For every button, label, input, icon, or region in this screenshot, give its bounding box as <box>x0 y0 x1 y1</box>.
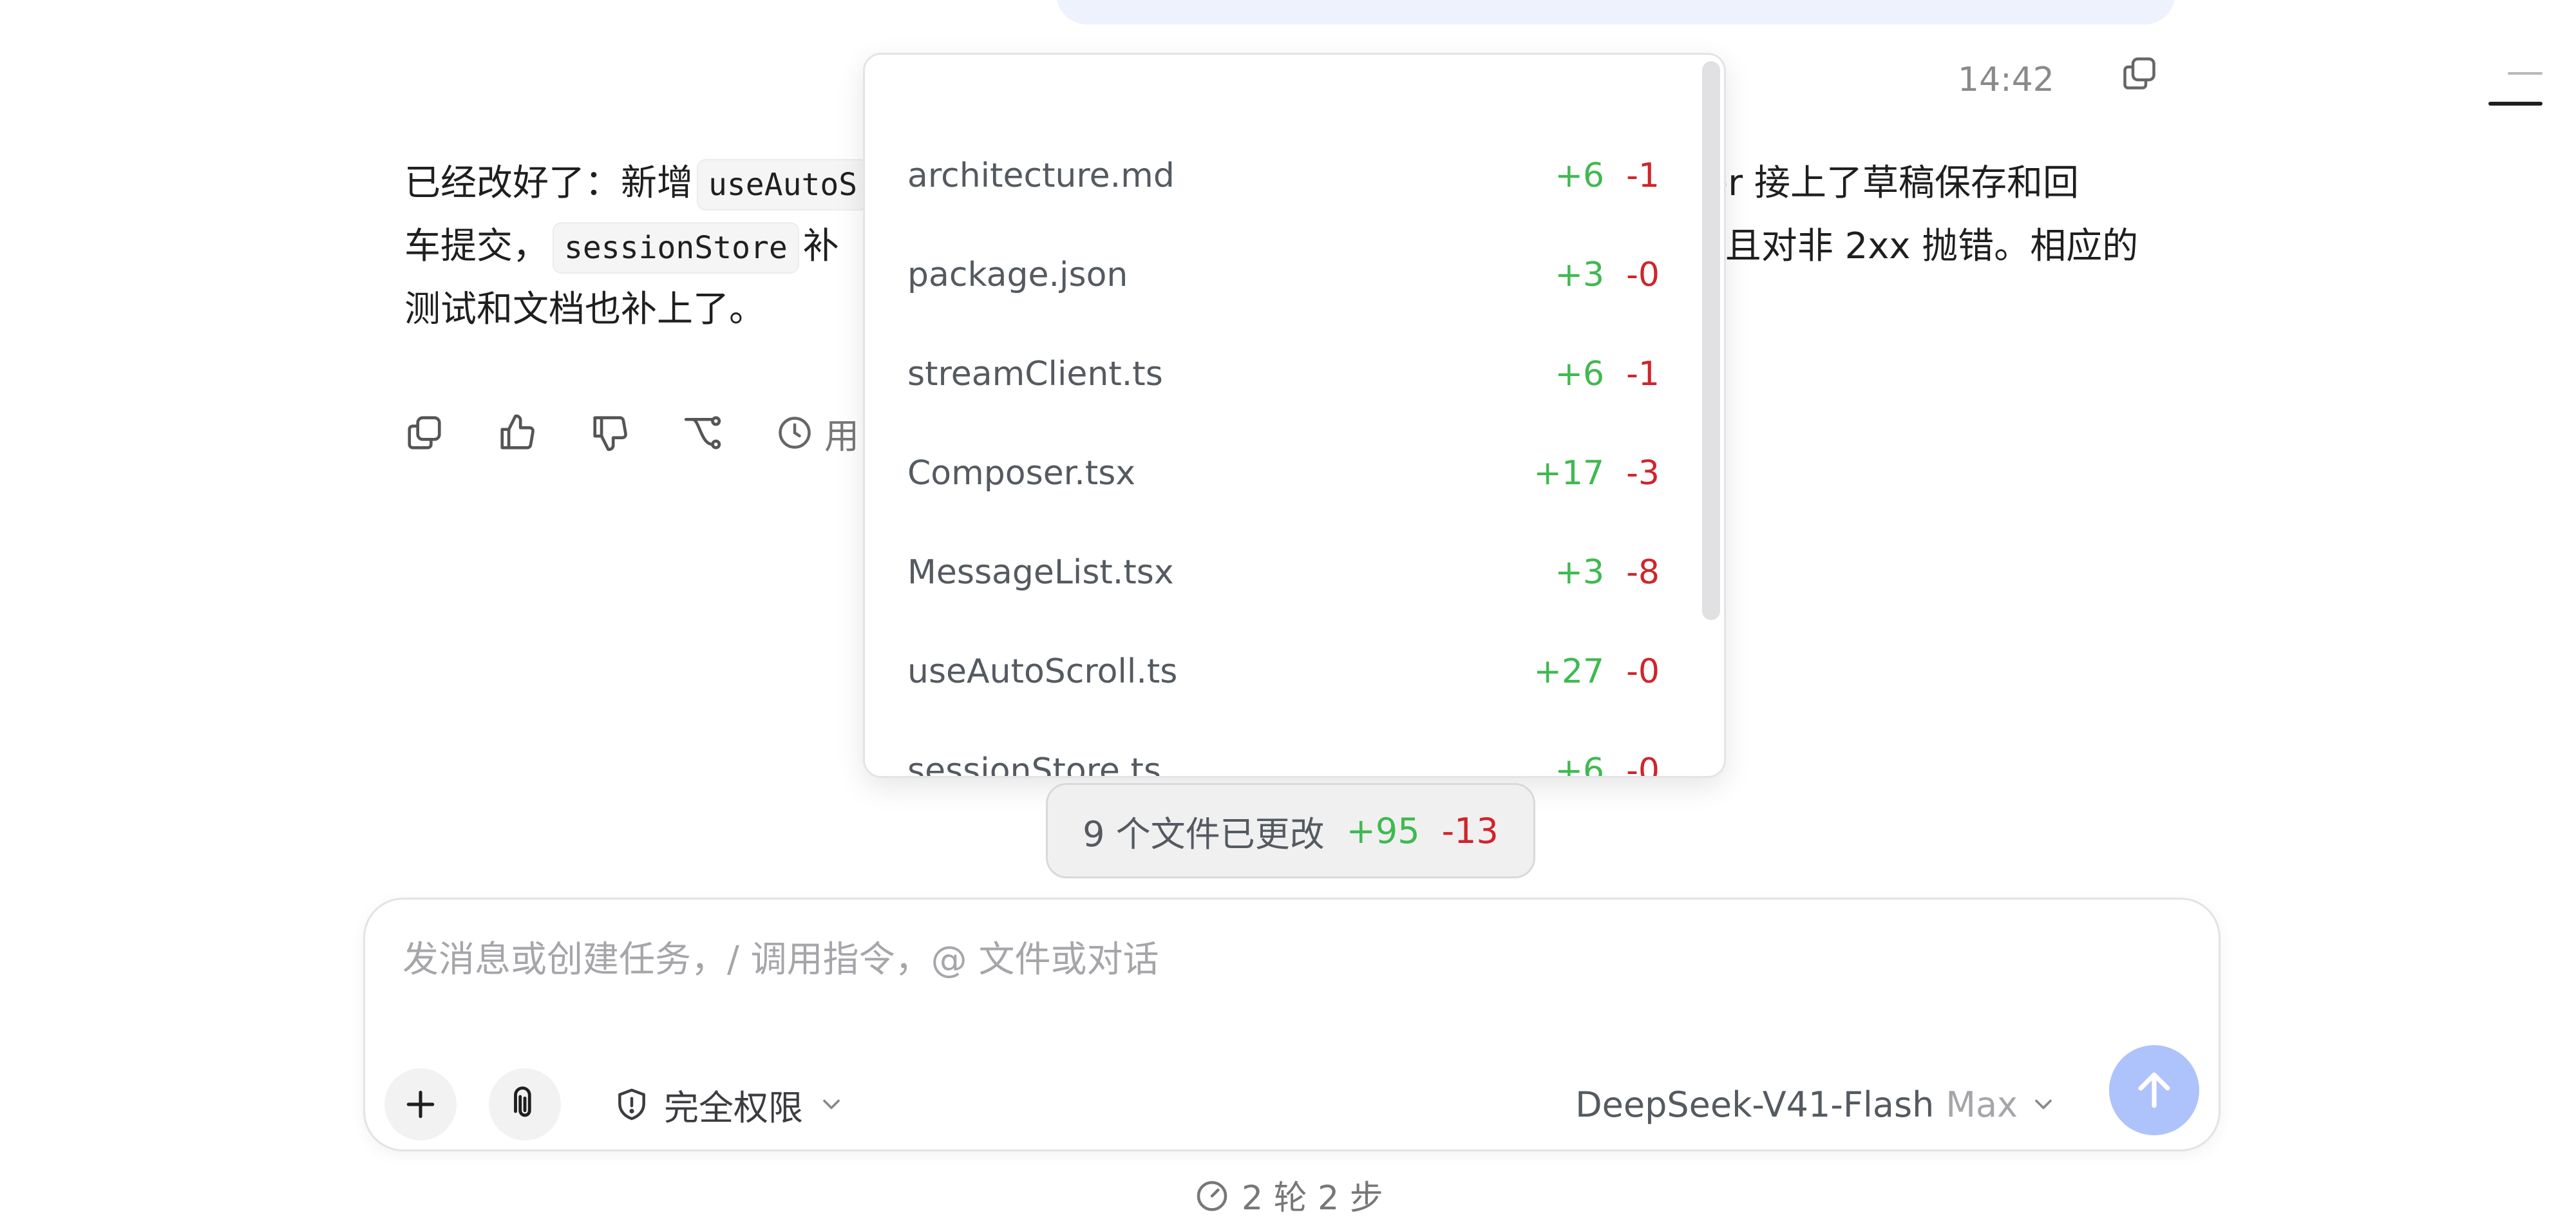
file-stats: +6 -1 <box>1555 156 1660 195</box>
model-name: DeepSeek-V41-Flash <box>1575 1084 1935 1125</box>
thumbs-down-icon <box>593 416 627 451</box>
branch-icon <box>684 416 721 449</box>
arrow-up-icon <box>2138 1072 2170 1108</box>
changed-files-toggle[interactable]: 9 个文件已更改 +95 -13 <box>1046 783 1535 878</box>
total-lines-removed: -13 <box>1441 810 1499 851</box>
branch-button[interactable] <box>683 413 723 453</box>
shield-icon <box>618 1088 645 1120</box>
dislike-button[interactable] <box>590 413 630 453</box>
lines-removed: -1 <box>1626 355 1660 393</box>
copy-button[interactable] <box>404 413 444 453</box>
paperclip-icon <box>514 1086 531 1117</box>
lines-removed: -3 <box>1626 454 1660 493</box>
file-stats: +6 -0 <box>1555 751 1660 778</box>
lines-added: +3 <box>1555 553 1605 592</box>
model-selector[interactable]: DeepSeek-V41-Flash Max <box>1575 1068 2058 1140</box>
chevron-down-icon <box>2035 1099 2052 1110</box>
copy-icon <box>408 416 441 449</box>
attach-button[interactable] <box>489 1068 561 1140</box>
message-input[interactable] <box>401 938 2143 981</box>
file-name: streamClient.ts <box>907 355 1163 393</box>
file-row[interactable]: architecture.md +6 -1 <box>907 144 1660 208</box>
lines-added: +6 <box>1555 156 1605 195</box>
file-stats: +17 -3 <box>1533 454 1660 493</box>
user-message-bubble <box>1056 0 2175 24</box>
add-button[interactable] <box>384 1068 457 1140</box>
gauge-icon <box>1197 1181 1227 1211</box>
turn-step-label: 2 轮 2 步 <box>1242 1178 1383 1218</box>
file-name: useAutoScroll.ts <box>907 652 1178 691</box>
permission-label: 完全权限 <box>664 1087 803 1128</box>
composer: 完全权限 DeepSeek-V41-Flash Max <box>363 898 2221 1151</box>
copy-user-message-button[interactable] <box>2120 54 2159 93</box>
lines-removed: -1 <box>1626 156 1660 195</box>
file-name: Composer.tsx <box>907 454 1136 493</box>
lines-removed: -0 <box>1626 652 1660 691</box>
lines-added: +3 <box>1555 256 1605 294</box>
message-timestamp: 14:42 <box>1958 61 2054 99</box>
send-button[interactable] <box>2109 1045 2199 1135</box>
lines-removed: -0 <box>1626 256 1660 294</box>
total-lines-added: +95 <box>1346 810 1420 851</box>
lines-removed: -8 <box>1626 553 1660 592</box>
file-row[interactable]: Composer.tsx +17 -3 <box>907 441 1660 506</box>
lines-removed: -0 <box>1626 751 1660 778</box>
file-row[interactable]: useAutoScroll.ts +27 -0 <box>907 639 1660 704</box>
thumbs-up-icon <box>500 414 535 449</box>
usage-label: 用 <box>824 415 859 457</box>
copy-icon <box>2123 57 2155 90</box>
menu-icon <box>2488 72 2543 106</box>
lines-added: +27 <box>1533 652 1605 691</box>
message-text: 并且对非 2xx 抛错。相应的 <box>1689 225 2139 267</box>
file-name: architecture.md <box>907 156 1175 195</box>
message-text: 已经改好了：新增 <box>404 162 693 204</box>
file-stats: +3 -8 <box>1555 553 1660 592</box>
file-row[interactable]: sessionStore.ts +6 -0 <box>907 739 1660 778</box>
file-name: MessageList.tsx <box>907 553 1174 592</box>
changed-files-label: 9 个文件已更改 <box>1083 813 1325 855</box>
chevron-down-icon <box>823 1099 840 1110</box>
file-stats: +27 -0 <box>1533 652 1660 691</box>
turn-step-counter: 2 轮 2 步 <box>1194 1172 1383 1218</box>
plus-icon <box>406 1090 435 1119</box>
side-menu-button[interactable] <box>2488 71 2543 112</box>
lines-added: +17 <box>1533 454 1605 493</box>
popup-scrollbar[interactable] <box>1702 61 1720 620</box>
inline-code: sessionStore <box>553 222 799 274</box>
lines-added: +6 <box>1555 355 1605 393</box>
like-button[interactable] <box>497 413 537 453</box>
model-level: Max <box>1946 1084 2018 1125</box>
message-actions: 用 <box>404 407 859 458</box>
changed-files-popup: architecture.md +6 -1 package.json +3 -0… <box>863 53 1726 778</box>
file-row[interactable]: MessageList.tsx +3 -8 <box>907 540 1660 605</box>
file-row[interactable]: package.json +3 -0 <box>907 243 1660 307</box>
message-text: 补 <box>802 225 839 267</box>
inline-code: useAutoS <box>697 159 869 211</box>
file-stats: +6 -1 <box>1555 355 1660 393</box>
message-text: 车提交， <box>404 225 549 267</box>
permission-selector[interactable]: 完全权限 <box>614 1068 846 1140</box>
file-name: sessionStore.ts <box>907 751 1161 778</box>
file-stats: +3 -0 <box>1555 256 1660 294</box>
file-name: package.json <box>907 256 1128 294</box>
clock-icon <box>779 417 811 449</box>
file-row[interactable]: streamClient.ts +6 -1 <box>907 342 1660 406</box>
usage-info[interactable]: 用 <box>775 408 859 458</box>
lines-added: +6 <box>1555 751 1605 778</box>
